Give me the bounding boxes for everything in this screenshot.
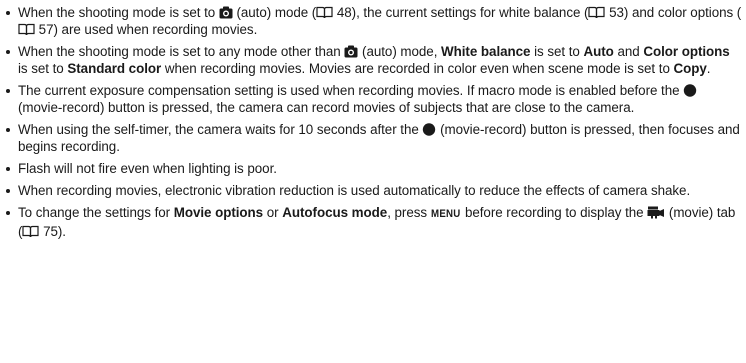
book-icon [588, 6, 606, 19]
book-icon [18, 23, 35, 36]
bullet-text: (movie-record) button is pressed, the ca… [18, 100, 635, 115]
record-button-icon [683, 84, 697, 97]
record-button-icon [422, 123, 436, 136]
bullet-text: The current exposure compensation settin… [18, 83, 684, 98]
book-icon [22, 225, 40, 238]
term-auto: Auto [583, 44, 614, 59]
bullet-text: is set to [530, 44, 584, 59]
bullet-text: is set to [18, 61, 68, 76]
bullet-text: , press [387, 205, 431, 220]
bullet-text: 53) and color options ( [605, 5, 742, 20]
camera-icon [219, 6, 233, 19]
bullet-text: When the shooting mode is set to [18, 5, 219, 20]
term-white-balance: White balance [441, 44, 531, 59]
bullet-item-flash: Flash will not fire even when lighting i… [5, 160, 742, 177]
term-standard-color: Standard color [67, 61, 162, 76]
bullet-text: (auto) mode, [358, 44, 442, 59]
bullet-item-exposure-compensation: The current exposure compensation settin… [5, 82, 742, 116]
bullet-text: When the shooting mode is set to any mod… [18, 44, 345, 59]
book-icon [316, 6, 333, 19]
bullet-text: When using the self-timer, the camera wa… [18, 122, 423, 137]
term-copy: Copy [673, 61, 707, 76]
menu-button-label: MENU [430, 208, 461, 220]
movie-camera-icon [647, 206, 665, 219]
bullet-item-movie-options: To change the settings for Movie options… [5, 204, 742, 240]
bullet-text: . [706, 61, 711, 76]
bullet-text: 75). [39, 224, 66, 239]
bullet-text: 48), the current settings for white bala… [333, 5, 589, 20]
bullet-item-auto-mode-settings: When the shooting mode is set to (auto) … [5, 4, 742, 38]
bullet-text: 57) are used when recording movies. [35, 22, 258, 37]
manual-page: When the shooting mode is set to (auto) … [0, 0, 746, 363]
bullet-item-vibration-reduction: When recording movies, electronic vibrat… [5, 182, 742, 199]
bullet-text: To change the settings for [18, 205, 174, 220]
bullet-text: When recording movies, electronic vibrat… [18, 183, 691, 198]
bullet-text: or [263, 205, 283, 220]
bullet-item-other-modes: When the shooting mode is set to any mod… [5, 43, 742, 77]
bullet-text: when recording movies. Movies are record… [161, 61, 674, 76]
term-movie-options: Movie options [173, 205, 264, 220]
term-color-options: Color options [643, 44, 730, 59]
bullet-text: before recording to display the [461, 205, 648, 220]
bullet-text: Flash will not fire even when lighting i… [18, 161, 277, 176]
camera-icon [344, 45, 358, 58]
bullet-text: and [613, 44, 644, 59]
bullet-list: When the shooting mode is set to (auto) … [5, 4, 742, 240]
term-autofocus-mode: Autofocus mode [282, 205, 388, 220]
bullet-text: (auto) mode ( [232, 5, 317, 20]
bullet-item-self-timer: When using the self-timer, the camera wa… [5, 121, 742, 155]
